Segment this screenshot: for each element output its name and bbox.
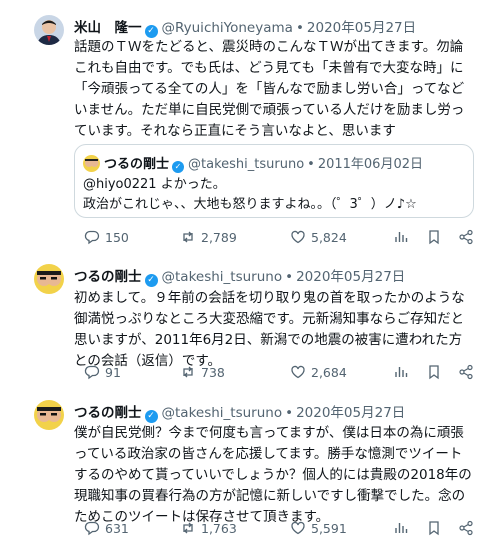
like-button[interactable]: 5,824 [290, 229, 347, 245]
analytics-button[interactable] [393, 364, 409, 380]
retweet-count: 1,763 [201, 520, 237, 536]
quoted-text-line-2: 政治がこれじゃ、、大地も怒りますよね。。（゜3゜）ノ♪☆ [83, 197, 417, 212]
tweet-text: 僕が自民党側？今まで何度も言ってますが、僕は日本の為に頑張っている政治家の皆さん… [74, 425, 472, 525]
share-icon [459, 520, 473, 536]
author-handle[interactable]: @takeshi_tsuruno [162, 269, 283, 285]
like-count: 5,591 [311, 520, 347, 536]
bookmark-icon [429, 365, 439, 380]
quoted-text-line-1: @hiyo0221 よかった。 [83, 177, 226, 192]
tweet-date[interactable]: 2020年05月27日 [307, 20, 416, 36]
quoted-author-name: つるの剛士 [104, 157, 170, 172]
avatar-image [34, 264, 64, 294]
bookmark-button[interactable] [426, 364, 442, 380]
analytics-icon [395, 367, 408, 377]
bookmark-icon [429, 230, 439, 245]
reply-icon [84, 365, 100, 380]
separator: • [285, 269, 294, 285]
reply-count: 91 [105, 364, 121, 380]
reply-icon [84, 230, 100, 245]
tweet-actions: 150 2,789 5,824 [74, 229, 484, 249]
quoted-avatar [83, 155, 100, 172]
like-icon [291, 365, 305, 379]
reply-button[interactable]: 91 [84, 364, 121, 380]
quoted-date: 2011年06月02日 [317, 157, 423, 172]
tweet-text: 話題のＴＷをたどると、震災時のこんなＴＷが出てきます。勿論これも自由です。でも氏… [74, 39, 465, 139]
author-name[interactable]: つるの剛士 [74, 405, 142, 421]
separator: • [295, 20, 304, 36]
retweet-button[interactable]: 1,763 [180, 520, 237, 536]
retweet-count: 738 [201, 364, 225, 380]
share-button[interactable] [458, 364, 474, 380]
quoted-tweet[interactable]: つるの剛士 ✓ @takeshi_tsuruno • 2011年06月02日 @hiyo… [74, 144, 474, 218]
retweet-button[interactable]: 2,789 [180, 229, 237, 245]
tweet-date[interactable]: 2020年05月27日 [296, 269, 405, 285]
analytics-icon [395, 523, 408, 533]
verified-badge-icon: ✓ [144, 410, 158, 423]
reply-count: 150 [105, 229, 129, 245]
bookmark-button[interactable] [426, 520, 442, 536]
like-icon [291, 521, 305, 535]
retweet-icon [183, 522, 193, 534]
like-button[interactable]: 2,684 [290, 364, 347, 380]
author-handle[interactable]: @takeshi_tsuruno [162, 405, 283, 421]
avatar[interactable] [34, 400, 64, 430]
verified-badge-icon: ✓ [144, 274, 158, 287]
verified-badge-icon: ✓ [172, 161, 185, 173]
share-button[interactable] [458, 520, 474, 536]
retweet-button[interactable]: 738 [180, 364, 225, 380]
avatar[interactable] [34, 264, 64, 294]
share-icon [459, 364, 473, 380]
avatar[interactable] [34, 15, 64, 45]
share-icon [459, 229, 473, 245]
author-name[interactable]: 米山 隆一 [74, 20, 142, 36]
like-count: 2,684 [311, 364, 347, 380]
retweet-count: 2,789 [201, 229, 237, 245]
tweet-text: 初めまして。９年前の会話を切り取り鬼の首を取ったかのような御満悦っぷりなところ大… [74, 290, 465, 369]
retweet-icon [183, 366, 193, 378]
retweet-icon [183, 231, 193, 243]
analytics-button[interactable] [393, 520, 409, 536]
author-handle[interactable]: @RyuichiYoneyama [162, 20, 293, 36]
separator: • [307, 157, 315, 172]
like-icon [291, 230, 305, 244]
reply-icon [84, 521, 100, 536]
share-button[interactable] [458, 229, 474, 245]
reply-button[interactable]: 150 [84, 229, 129, 245]
separator: • [285, 405, 294, 421]
avatar-image [34, 15, 64, 45]
tweet-date[interactable]: 2020年05月27日 [296, 405, 405, 421]
analytics-icon [395, 232, 408, 242]
like-button[interactable]: 5,591 [290, 520, 347, 536]
bookmark-button[interactable] [426, 229, 442, 245]
reply-button[interactable]: 631 [84, 520, 129, 536]
avatar-image [34, 400, 64, 430]
tweet-actions: 91 738 2,684 [74, 364, 484, 384]
analytics-button[interactable] [393, 229, 409, 245]
like-count: 5,824 [311, 229, 347, 245]
quoted-author-handle: @takeshi_tsuruno [188, 157, 305, 172]
tweet-actions: 631 1,763 5,591 [74, 520, 484, 540]
reply-count: 631 [105, 520, 129, 536]
author-name[interactable]: つるの剛士 [74, 269, 142, 285]
bookmark-icon [429, 521, 439, 536]
